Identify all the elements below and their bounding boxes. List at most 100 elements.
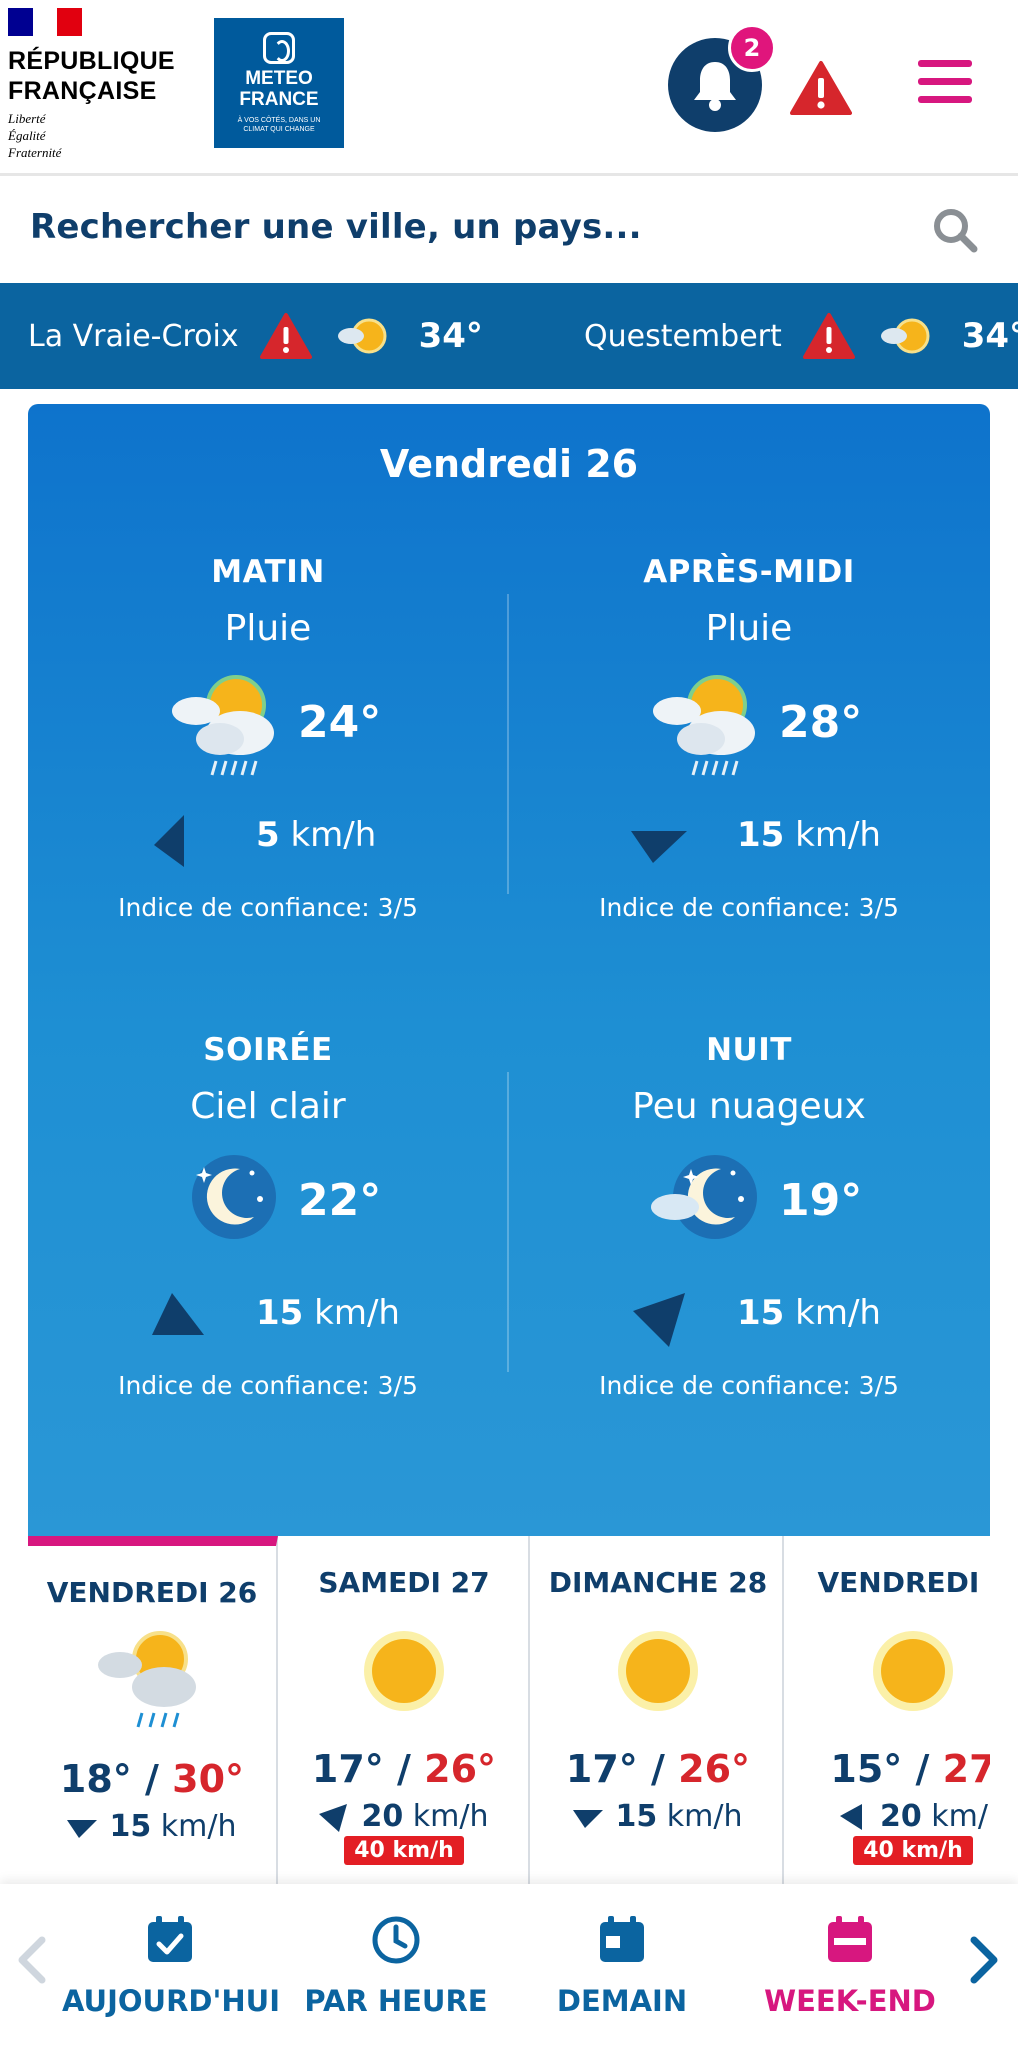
chevron-right-icon[interactable]	[966, 1936, 1002, 1984]
bottom-navigation: AUJOURD'HUI PAR HEURE DEMAIN WEEK-END	[0, 1884, 1018, 2048]
rf-title-2: FRANÇAISE	[8, 77, 157, 105]
favorite-city[interactable]: Questembert 34°	[584, 283, 1018, 389]
period-label: NUIT	[706, 1032, 792, 1068]
day-temperatures: 17° / 26°	[311, 1747, 497, 1791]
french-flag-icon	[8, 8, 83, 36]
wind-direction-icon	[839, 1803, 862, 1830]
favorite-cities-strip[interactable]: La Vraie-Croix 34° Questembert 34°	[0, 283, 1018, 389]
period-temperature: 19°	[779, 1175, 863, 1226]
period-wind: 15 km/h	[737, 1293, 881, 1333]
mf-name-1: METEO	[245, 68, 313, 89]
confidence-index: Indice de confiance: 3/5	[599, 1371, 899, 1400]
sun-cloud-icon	[880, 318, 930, 354]
chevron-left-icon[interactable]	[14, 1936, 50, 1984]
wind-direction-icon	[633, 1293, 685, 1347]
rf-motto-2: Égalité	[8, 128, 46, 143]
tab-label: AUJOURD'HUI	[62, 1984, 280, 2018]
period-wind: 15 km/h	[737, 815, 881, 855]
alert-triangle-icon	[790, 61, 852, 115]
calendar-check-icon	[148, 1916, 192, 1962]
alert-triangle-icon	[259, 313, 312, 359]
sun-icon	[618, 1631, 698, 1711]
day-forecast-card: Vendredi 26 MATIN Pluie 24° 5 km/h Indic…	[28, 404, 990, 1536]
day-name: VENDREDI 0	[817, 1566, 990, 1599]
favorite-city-temp: 34°	[961, 316, 1018, 356]
meteo-france-logo[interactable]: METEO FRANCE À VOS CÔTÉS, DANS UN CLIMAT…	[214, 18, 344, 148]
period-label: MATIN	[211, 554, 325, 590]
calendar-weekend-icon	[828, 1916, 872, 1962]
period-label: APRÈS-MIDI	[643, 554, 855, 590]
tab-today[interactable]: AUJOURD'HUI	[62, 1914, 280, 2018]
day-card[interactable]: VENDREDI 26 18° / 30° 15 km/h	[28, 1536, 278, 1886]
rf-motto-1: Liberté	[8, 111, 46, 126]
sun-cloud-icon	[337, 318, 387, 354]
tab-tomorrow[interactable]: DEMAIN	[540, 1914, 704, 2018]
day-wind: 20 km/h	[280, 1799, 528, 1834]
wind-direction-icon	[154, 815, 184, 867]
rf-title-1: RÉPUBLIQUE	[8, 47, 175, 75]
tab-label: DEMAIN	[556, 1984, 688, 2018]
period-morning: MATIN Pluie 24° 5 km/h Indice de confian…	[28, 554, 508, 922]
tab-label: WEEK-END	[764, 1984, 936, 2018]
wind-direction-icon	[152, 1293, 204, 1335]
period-wind: 5 km/h	[256, 815, 377, 855]
mf-tagline: À VOS CÔTÉS, DANS UN CLIMAT QUI CHANGE	[237, 117, 321, 133]
period-night: NUIT Peu nuageux 19° 15 km/h Indice de c…	[509, 1032, 989, 1400]
day-card[interactable]: VENDREDI 0 15° / 27 20 km/ 40 km/h	[788, 1536, 990, 1886]
republique-francaise-logo[interactable]: RÉPUBLIQUE FRANÇAISE Liberté Égalité Fra…	[8, 8, 188, 168]
daily-forecast-row[interactable]: VENDREDI 26 18° / 30° 15 km/h SAMEDI 27 …	[28, 1536, 990, 1886]
period-wind: 15 km/h	[256, 1293, 400, 1333]
menu-icon-bar	[918, 96, 972, 103]
day-wind: 15 km/h	[534, 1799, 782, 1834]
confidence-index: Indice de confiance: 3/5	[118, 893, 418, 922]
period-description: Ciel clair	[190, 1086, 346, 1127]
day-temperatures: 17° / 26°	[565, 1747, 751, 1791]
wind-direction-icon	[573, 1809, 604, 1828]
clock-icon	[372, 1916, 420, 1964]
period-description: Pluie	[705, 608, 793, 649]
app-header: RÉPUBLIQUE FRANÇAISE Liberté Égalité Fra…	[0, 0, 1018, 176]
day-wind: 20 km/	[788, 1799, 990, 1834]
mf-name-2: FRANCE	[239, 89, 319, 110]
search-input[interactable]: Rechercher une ville, un pays...	[30, 207, 642, 247]
period-evening: SOIRÉE Ciel clair 22° 15 km/h Indice de …	[28, 1032, 508, 1400]
meteo-france-emblem-icon	[263, 32, 295, 64]
sun-cloud-rain-icon	[98, 1631, 196, 1728]
calendar-icon	[600, 1916, 644, 1962]
day-card[interactable]: SAMEDI 27 17° / 26° 20 km/h 40 km/h	[280, 1536, 530, 1886]
search-icon[interactable]	[932, 207, 978, 253]
confidence-index: Indice de confiance: 3/5	[599, 893, 899, 922]
wind-direction-icon	[67, 1819, 98, 1838]
favorite-city[interactable]: La Vraie-Croix 34°	[28, 283, 483, 389]
period-temperature: 22°	[298, 1175, 382, 1226]
alerts-button[interactable]	[790, 60, 852, 116]
wind-gust-badge: 40 km/h	[344, 1836, 464, 1865]
favorite-city-name: Questembert	[584, 318, 782, 354]
period-description: Peu nuageux	[632, 1086, 866, 1127]
moon-icon	[192, 1155, 276, 1239]
period-afternoon: APRÈS-MIDI Pluie 28° 15 km/h Indice de c…	[509, 554, 989, 922]
tab-hourly[interactable]: PAR HEURE	[296, 1914, 496, 2018]
search-bar[interactable]: Rechercher une ville, un pays...	[0, 179, 1018, 283]
day-temperatures: 18° / 30°	[59, 1757, 245, 1801]
wind-direction-icon	[319, 1803, 348, 1832]
tab-weekend[interactable]: WEEK-END	[752, 1914, 948, 2018]
favorite-city-temp: 34°	[418, 316, 483, 356]
day-card[interactable]: DIMANCHE 28 17° / 26° 15 km/h	[534, 1536, 784, 1886]
period-description: Pluie	[224, 608, 312, 649]
sun-icon	[873, 1631, 953, 1711]
day-name: DIMANCHE 28	[548, 1566, 768, 1599]
forecast-day-title: Vendredi 26	[379, 442, 639, 486]
day-wind: 15 km/h	[28, 1809, 276, 1844]
period-temperature: 28°	[779, 697, 863, 748]
period-label: SOIRÉE	[203, 1032, 333, 1068]
day-name: SAMEDI 27	[318, 1566, 490, 1599]
tab-label: PAR HEURE	[304, 1984, 488, 2018]
sun-icon	[364, 1631, 444, 1711]
sun-cloud-rain-icon	[653, 675, 755, 776]
menu-button[interactable]	[918, 60, 972, 106]
day-temperatures: 15° / 27	[830, 1747, 990, 1791]
sun-cloud-rain-icon	[172, 675, 274, 776]
rf-motto-3: Fraternité	[8, 145, 62, 160]
wind-direction-icon	[631, 831, 687, 863]
